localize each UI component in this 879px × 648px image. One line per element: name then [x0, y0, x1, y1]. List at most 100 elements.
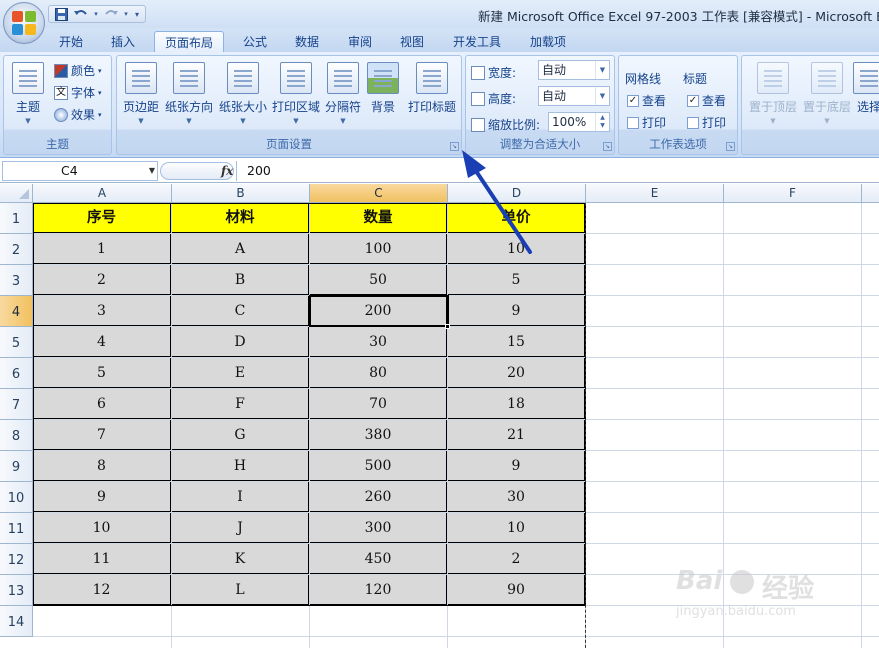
table-cell[interactable]: D	[172, 327, 309, 357]
tab-view[interactable]: 视图	[390, 31, 434, 52]
table-cell[interactable]: 3	[33, 296, 171, 326]
table-cell[interactable]: 90	[448, 575, 585, 605]
row-header-7[interactable]: 7	[0, 389, 33, 420]
table-cell[interactable]: 21	[448, 420, 585, 450]
print-titles-button[interactable]: 打印标题	[407, 62, 457, 115]
table-cell[interactable]: 500	[310, 451, 447, 481]
theme-fonts-button[interactable]: 文 字体 ▾	[54, 84, 102, 101]
table-cell[interactable]: 7	[33, 420, 171, 450]
theme-effects-button[interactable]: 效果 ▾	[54, 106, 102, 123]
table-cell[interactable]: I	[172, 482, 309, 512]
insert-function-icon[interactable]: fx	[221, 164, 233, 178]
table-cell[interactable]: L	[172, 575, 309, 605]
page-setup-launcher-icon[interactable]: ↘	[450, 142, 459, 151]
table-cell[interactable]: 4	[33, 327, 171, 357]
themes-button[interactable]: 主题 ▼	[8, 62, 48, 125]
bring-to-front-button[interactable]: 置于顶层 ▼	[746, 62, 800, 125]
table-cell[interactable]: 11	[33, 544, 171, 574]
send-to-back-button[interactable]: 置于底层 ▼	[800, 62, 854, 125]
background-button[interactable]: 背景	[367, 62, 399, 115]
width-select[interactable]: 自动 ▼	[538, 60, 610, 80]
sheet-options-launcher-icon[interactable]: ↘	[726, 142, 735, 151]
row-header-3[interactable]: 3	[0, 265, 33, 296]
column-header-g[interactable]	[862, 184, 879, 203]
tab-data[interactable]: 数据	[286, 31, 328, 52]
office-button[interactable]	[3, 2, 45, 44]
table-cell[interactable]: 15	[448, 327, 585, 357]
table-cell[interactable]: 12	[33, 575, 171, 605]
margins-button[interactable]: 页边距 ▼	[120, 62, 162, 125]
redo-dropdown-icon[interactable]: ▾	[123, 7, 129, 21]
row-header-14[interactable]: 14	[0, 606, 33, 637]
row-header-6[interactable]: 6	[0, 358, 33, 389]
table-header-cell[interactable]: 数量	[310, 203, 447, 233]
gridlines-view-checkbox[interactable]: ✓ 查看	[627, 92, 666, 109]
column-header-d[interactable]: D	[448, 184, 586, 203]
orientation-button[interactable]: 纸张方向 ▼	[164, 62, 214, 125]
table-cell[interactable]: F	[172, 389, 309, 419]
row-header-5[interactable]: 5	[0, 327, 33, 358]
table-cell[interactable]: 10	[448, 234, 585, 264]
table-header-cell[interactable]: 序号	[33, 203, 171, 233]
table-cell[interactable]: E	[172, 358, 309, 388]
table-cell[interactable]: 8	[33, 451, 171, 481]
table-cell[interactable]: 50	[310, 265, 447, 295]
save-icon[interactable]	[53, 7, 69, 21]
table-cell[interactable]: 260	[310, 482, 447, 512]
row-header-4[interactable]: 4	[0, 296, 33, 327]
scale-launcher-icon[interactable]: ↘	[603, 142, 612, 151]
table-cell[interactable]: C	[172, 296, 309, 326]
table-cell[interactable]: 1	[33, 234, 171, 264]
table-cell[interactable]: 20	[448, 358, 585, 388]
scale-spinner[interactable]: 100% ▲ ▼	[548, 112, 610, 132]
table-cell[interactable]: 100	[310, 234, 447, 264]
row-header-10[interactable]: 10	[0, 482, 33, 513]
tab-home[interactable]: 开始	[50, 31, 92, 52]
row-header-13[interactable]: 13	[0, 575, 33, 606]
headings-print-checkbox[interactable]: 打印	[687, 114, 726, 131]
column-header-b[interactable]: B	[172, 184, 310, 203]
table-cell[interactable]: 5	[33, 358, 171, 388]
row-header-1[interactable]: 1	[0, 203, 33, 234]
row-header-8[interactable]: 8	[0, 420, 33, 451]
table-cell[interactable]: K	[172, 544, 309, 574]
table-cell[interactable]: 380	[310, 420, 447, 450]
table-cell[interactable]: 2	[33, 265, 171, 295]
row-header-9[interactable]: 9	[0, 451, 33, 482]
table-cell[interactable]: 30	[448, 482, 585, 512]
column-header-e[interactable]: E	[586, 184, 724, 203]
table-cell[interactable]: H	[172, 451, 309, 481]
name-box[interactable]: C4 ▼	[2, 161, 158, 181]
table-cell[interactable]: 9	[33, 482, 171, 512]
undo-icon[interactable]	[73, 7, 89, 21]
theme-colors-button[interactable]: 颜色 ▾	[54, 62, 102, 79]
customize-icon[interactable]: ▾	[133, 7, 141, 21]
table-cell[interactable]: 2	[448, 544, 585, 574]
table-cell[interactable]: 5	[448, 265, 585, 295]
table-cell[interactable]: 300	[310, 513, 447, 543]
table-cell[interactable]: 30	[310, 327, 447, 357]
table-cell[interactable]: G	[172, 420, 309, 450]
table-cell[interactable]: 9	[448, 451, 585, 481]
tab-addins[interactable]: 加载项	[520, 31, 576, 52]
row-header-11[interactable]: 11	[0, 513, 33, 544]
column-header-a[interactable]: A	[33, 184, 172, 203]
table-cell[interactable]: 9	[448, 296, 585, 326]
tab-review[interactable]: 审阅	[338, 31, 382, 52]
table-cell[interactable]: A	[172, 234, 309, 264]
tab-formulas[interactable]: 公式	[234, 31, 276, 52]
size-button[interactable]: 纸张大小 ▼	[218, 62, 268, 125]
spinner-icon[interactable]: ▲ ▼	[595, 113, 609, 131]
column-header-c[interactable]: C	[310, 184, 448, 203]
row-header-2[interactable]: 2	[0, 234, 33, 265]
table-cell[interactable]: 10	[33, 513, 171, 543]
active-cell-c4[interactable]	[309, 295, 449, 327]
fill-handle[interactable]	[445, 324, 450, 329]
tab-page-layout[interactable]: 页面布局	[154, 31, 224, 52]
headings-view-checkbox[interactable]: ✓ 查看	[687, 92, 726, 109]
height-select[interactable]: 自动 ▼	[538, 86, 610, 106]
redo-icon[interactable]	[103, 7, 119, 21]
undo-dropdown-icon[interactable]: ▾	[93, 7, 99, 21]
table-cell[interactable]: 120	[310, 575, 447, 605]
table-cell[interactable]: J	[172, 513, 309, 543]
